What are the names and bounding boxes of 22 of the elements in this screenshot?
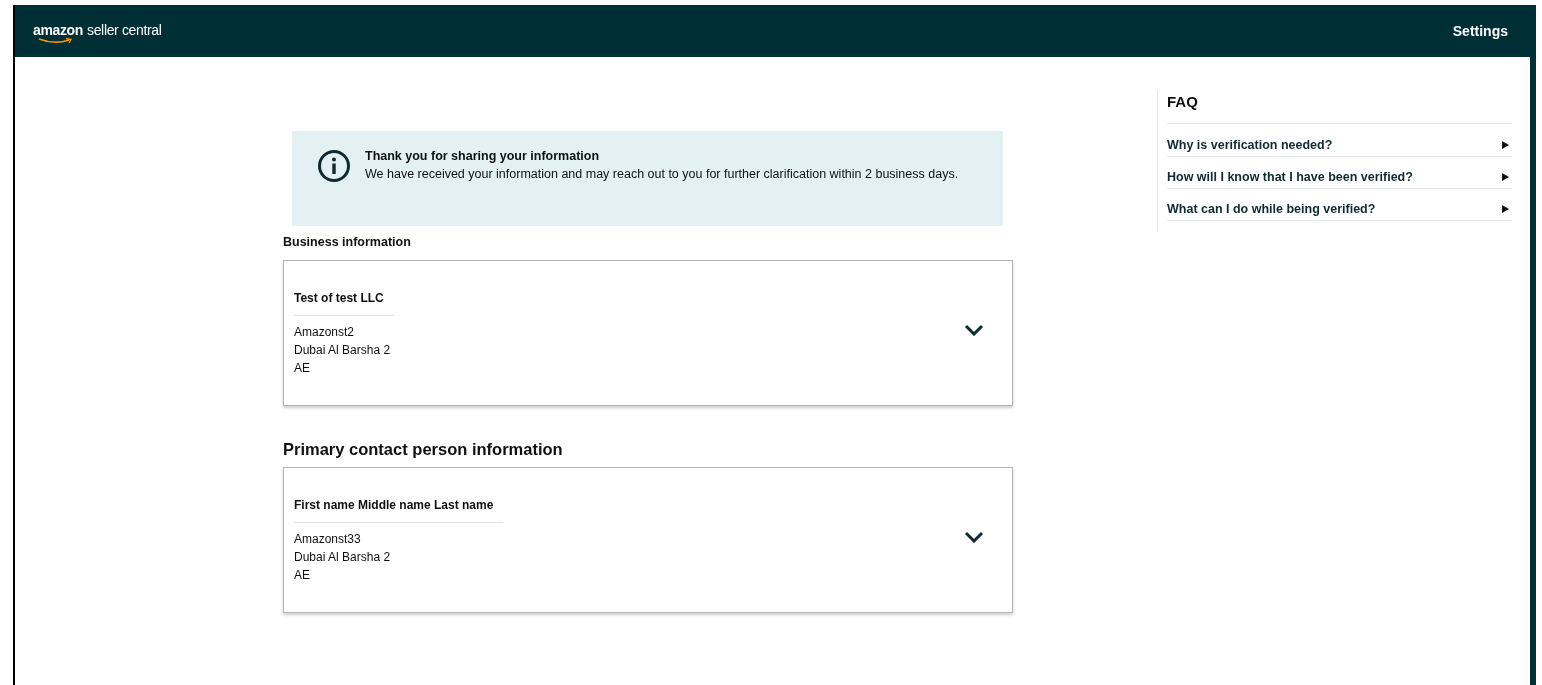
card-title: Test of test LLC [294, 289, 394, 316]
info-card[interactable]: Test of test LLC Amazonst2 Dubai Al Barsha 2 AE [283, 260, 1013, 406]
section-heading: Business information [283, 234, 412, 251]
card-title: First name Middle name Last name [294, 496, 504, 523]
address-line: Dubai Al Barsha 2 [294, 342, 392, 359]
faq-item[interactable]: What can I do while being verified? [1167, 198, 1512, 221]
faq-item[interactable]: Why is verification needed? [1167, 134, 1512, 157]
settings-link[interactable]: Settings [1452, 20, 1508, 42]
alert-message: We have received your information and may reach out to you for further clarification within 2 business days. [365, 166, 959, 183]
address-line: Dubai Al Barsha 2 [294, 549, 392, 566]
address-line: AE [294, 567, 311, 584]
address-line: AE [294, 360, 311, 377]
faq-item[interactable]: How will I know that I have been verified? [1167, 166, 1512, 189]
section-heading: Primary contact person information [283, 439, 564, 460]
alert-title: Thank you for sharing your information [365, 148, 601, 165]
info-card[interactable]: First name Middle name Last name Amazonst33 Dubai Al Barsha 2 AE [283, 467, 1013, 613]
chevron-down-icon[interactable] [964, 324, 984, 336]
chevron-down-icon[interactable] [964, 531, 984, 543]
address-line: Amazonst2 [294, 324, 356, 341]
info-icon [317, 149, 351, 183]
faq-title: FAQ [1167, 90, 1512, 124]
address-line: Amazonst33 [294, 531, 362, 548]
